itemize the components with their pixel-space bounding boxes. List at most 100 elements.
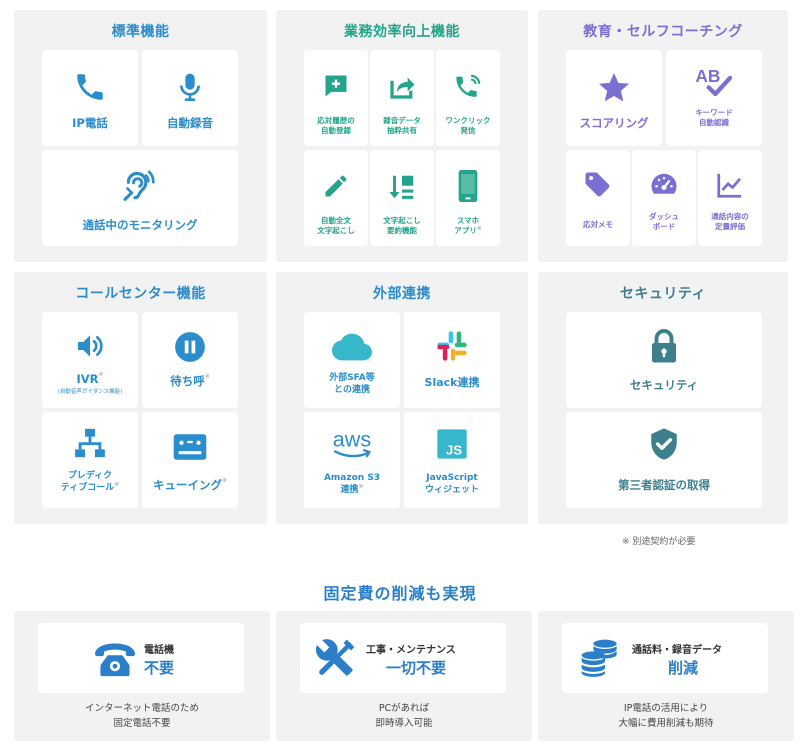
standard-features-title: 標準機能 — [111, 24, 170, 40]
standard-features-panel: 標準機能 IP電話 自動録音 通話中のモニタリング — [14, 10, 267, 262]
benefit-maintenance-panel: 工事・メンテナンス 一切不要 PCがあれば 即時導入可能 — [276, 611, 532, 741]
sfa-card[interactable]: 外部SFA等 との連携 — [304, 312, 400, 408]
monitoring-label: 通話中のモニタリング — [82, 218, 198, 232]
security-title: セキュリティ — [619, 286, 707, 302]
keyword-label: キーワード 自動認識 — [695, 108, 733, 128]
js-label: JavaScript ウィジェット — [424, 473, 479, 496]
summary-label: 文字起こし 要約機能 — [383, 216, 421, 236]
ivr-label: IVR※ — [76, 371, 104, 386]
benefit-maintenance-big: 一切不要 — [386, 659, 447, 677]
smartphone-icon — [458, 170, 478, 202]
aws-card[interactable]: aws Amazon S3 連携※ — [304, 412, 400, 508]
slack-label: Slack連携 — [424, 376, 480, 389]
oneclick-label: ワンクリック 発信 — [445, 116, 491, 136]
ip-phone-card[interactable]: IP電話 — [42, 50, 138, 146]
smartphone-label: スマホ アプリ※ — [454, 216, 482, 236]
ip-phone-label: IP電話 — [72, 116, 108, 130]
security-label: セキュリティ — [629, 378, 699, 392]
phone-ringing-icon — [456, 74, 481, 97]
extract-card[interactable]: 録音データ 抽粋共有 — [370, 50, 434, 146]
benefit-phone-desc: インターネット電話のため 固定電話不要 — [84, 703, 199, 730]
predictive-card[interactable]: プレディク ティブコール※ — [42, 412, 138, 508]
callcenter-panel: コールセンター機能 IVR※ (自動音声ガイダンス機能) 待ち呼※ プレディク … — [14, 272, 267, 524]
dashboard-card[interactable]: ダッシュ ボード — [632, 150, 696, 246]
network-icon — [75, 428, 105, 458]
auto-record-card[interactable]: 自動録音 — [142, 50, 238, 146]
microphone-icon — [180, 73, 200, 101]
oneclick-card[interactable]: ワンクリック 発信 — [436, 50, 500, 146]
tools-icon — [316, 639, 355, 676]
svg-text:aws: aws — [333, 427, 372, 452]
education-panel: 教育・セルフコーチング スコアリング AB キーワード 自動認識 応対メモ ダッ… — [538, 10, 788, 262]
aws-logo-icon: aws — [333, 427, 372, 458]
speaker-icon — [78, 335, 103, 357]
ivr-card[interactable]: IVR※ (自動音声ガイダンス機能) — [42, 312, 138, 408]
chat-add-icon — [325, 75, 347, 97]
hearing-icon — [123, 170, 155, 201]
benefit-phone-small: 電話機 — [144, 645, 174, 656]
svg-text:AB: AB — [695, 66, 720, 86]
lock-icon — [652, 329, 676, 363]
phone-icon — [77, 74, 103, 100]
benefit-phone-card: 電話機 不要 — [38, 623, 244, 693]
desk-phone-icon — [94, 643, 136, 677]
ivr-sublabel: (自動音声ガイダンス機能) — [57, 389, 123, 395]
certification-card[interactable]: 第三者認証の取得 — [566, 412, 762, 508]
cloud-icon — [332, 333, 372, 361]
evaluation-label: 通話内容の 定量評価 — [711, 212, 749, 232]
aws-label: Amazon S3 連携※ — [323, 473, 381, 496]
hold-label: 待ち呼※ — [170, 373, 210, 388]
transcribe-label: 自動全文 文字起こし — [317, 216, 355, 236]
scoring-label: スコアリング — [579, 116, 649, 130]
monitoring-card[interactable]: 通話中のモニタリング — [42, 150, 238, 246]
cost-reduction-headline: 固定費の削減も実現 — [323, 584, 477, 603]
queue-icon — [173, 434, 207, 460]
benefit-maintenance-small: 工事・メンテナンス — [366, 645, 456, 656]
security-panel: セキュリティ セキュリティ 第三者認証の取得 — [538, 272, 788, 524]
education-title: 教育・セルフコーチング — [583, 24, 743, 40]
queuing-label: キューイング※ — [152, 477, 228, 492]
extract-label: 録音データ 抽粋共有 — [383, 116, 421, 136]
evaluation-card[interactable]: 通話内容の 定量評価 — [698, 150, 762, 246]
contract-note: ※ 別途契約が必要 — [622, 537, 696, 547]
memo-label: 応対メモ — [583, 220, 613, 229]
security-card[interactable]: セキュリティ — [566, 312, 762, 408]
benefit-maintenance-card: 工事・メンテナンス 一切不要 — [300, 623, 506, 693]
coins-icon — [581, 639, 617, 677]
slack-card[interactable]: Slack連携 — [404, 312, 500, 408]
smartphone-card[interactable]: スマホ アプリ※ — [436, 150, 500, 246]
javascript-icon: JS — [437, 429, 467, 459]
spellcheck-icon: AB — [695, 66, 733, 97]
queuing-card[interactable]: キューイング※ — [142, 412, 238, 508]
sfa-label: 外部SFA等 との連携 — [329, 373, 375, 396]
svg-text:JS: JS — [446, 443, 462, 458]
summary-card[interactable]: 文字起こし 要約機能 — [370, 150, 434, 246]
auto-record-label: 自動録音 — [167, 116, 213, 130]
keyword-card[interactable]: AB キーワード 自動認識 — [666, 50, 762, 146]
scoring-card[interactable]: スコアリング — [566, 50, 662, 146]
js-card[interactable]: JS JavaScript ウィジェット — [404, 412, 500, 508]
benefit-phone-big: 不要 — [144, 659, 175, 677]
benefit-cost-panel: 通話料・録音データ 削減 IP電話の活用により 大幅に費用削減も期待 — [538, 611, 794, 741]
benefit-cost-desc: IP電話の活用により 大幅に費用削減も期待 — [618, 703, 714, 730]
sort-summary-icon — [389, 175, 414, 199]
integration-title: 外部連携 — [373, 286, 431, 302]
benefit-cost-small: 通話料・録音データ — [632, 645, 722, 656]
benefit-phone-panel: 電話機 不要 インターネット電話のため 固定電話不要 — [14, 611, 270, 741]
gauge-icon — [651, 173, 677, 194]
slack-icon — [437, 331, 467, 361]
transcribe-card[interactable]: 自動全文 文字起こし — [304, 150, 368, 246]
history-label: 応対履歴の 自動登録 — [317, 116, 355, 136]
trend-chart-icon — [717, 173, 742, 198]
hold-card[interactable]: 待ち呼※ — [142, 312, 238, 408]
star-icon — [599, 73, 629, 102]
benefit-cost-big: 削減 — [668, 659, 699, 677]
history-card[interactable]: 応対履歴の 自動登録 — [304, 50, 368, 146]
benefit-cost-card: 通話料・録音データ 削減 — [562, 623, 768, 693]
efficiency-title: 業務効率向上機能 — [344, 24, 460, 40]
memo-card[interactable]: 応対メモ — [566, 150, 630, 246]
pencil-icon — [325, 175, 347, 197]
dashboard-label: ダッシュ ボード — [649, 212, 679, 232]
benefit-maintenance-desc: PCがあれば 即時導入可能 — [375, 703, 433, 730]
pause-icon — [175, 332, 205, 362]
